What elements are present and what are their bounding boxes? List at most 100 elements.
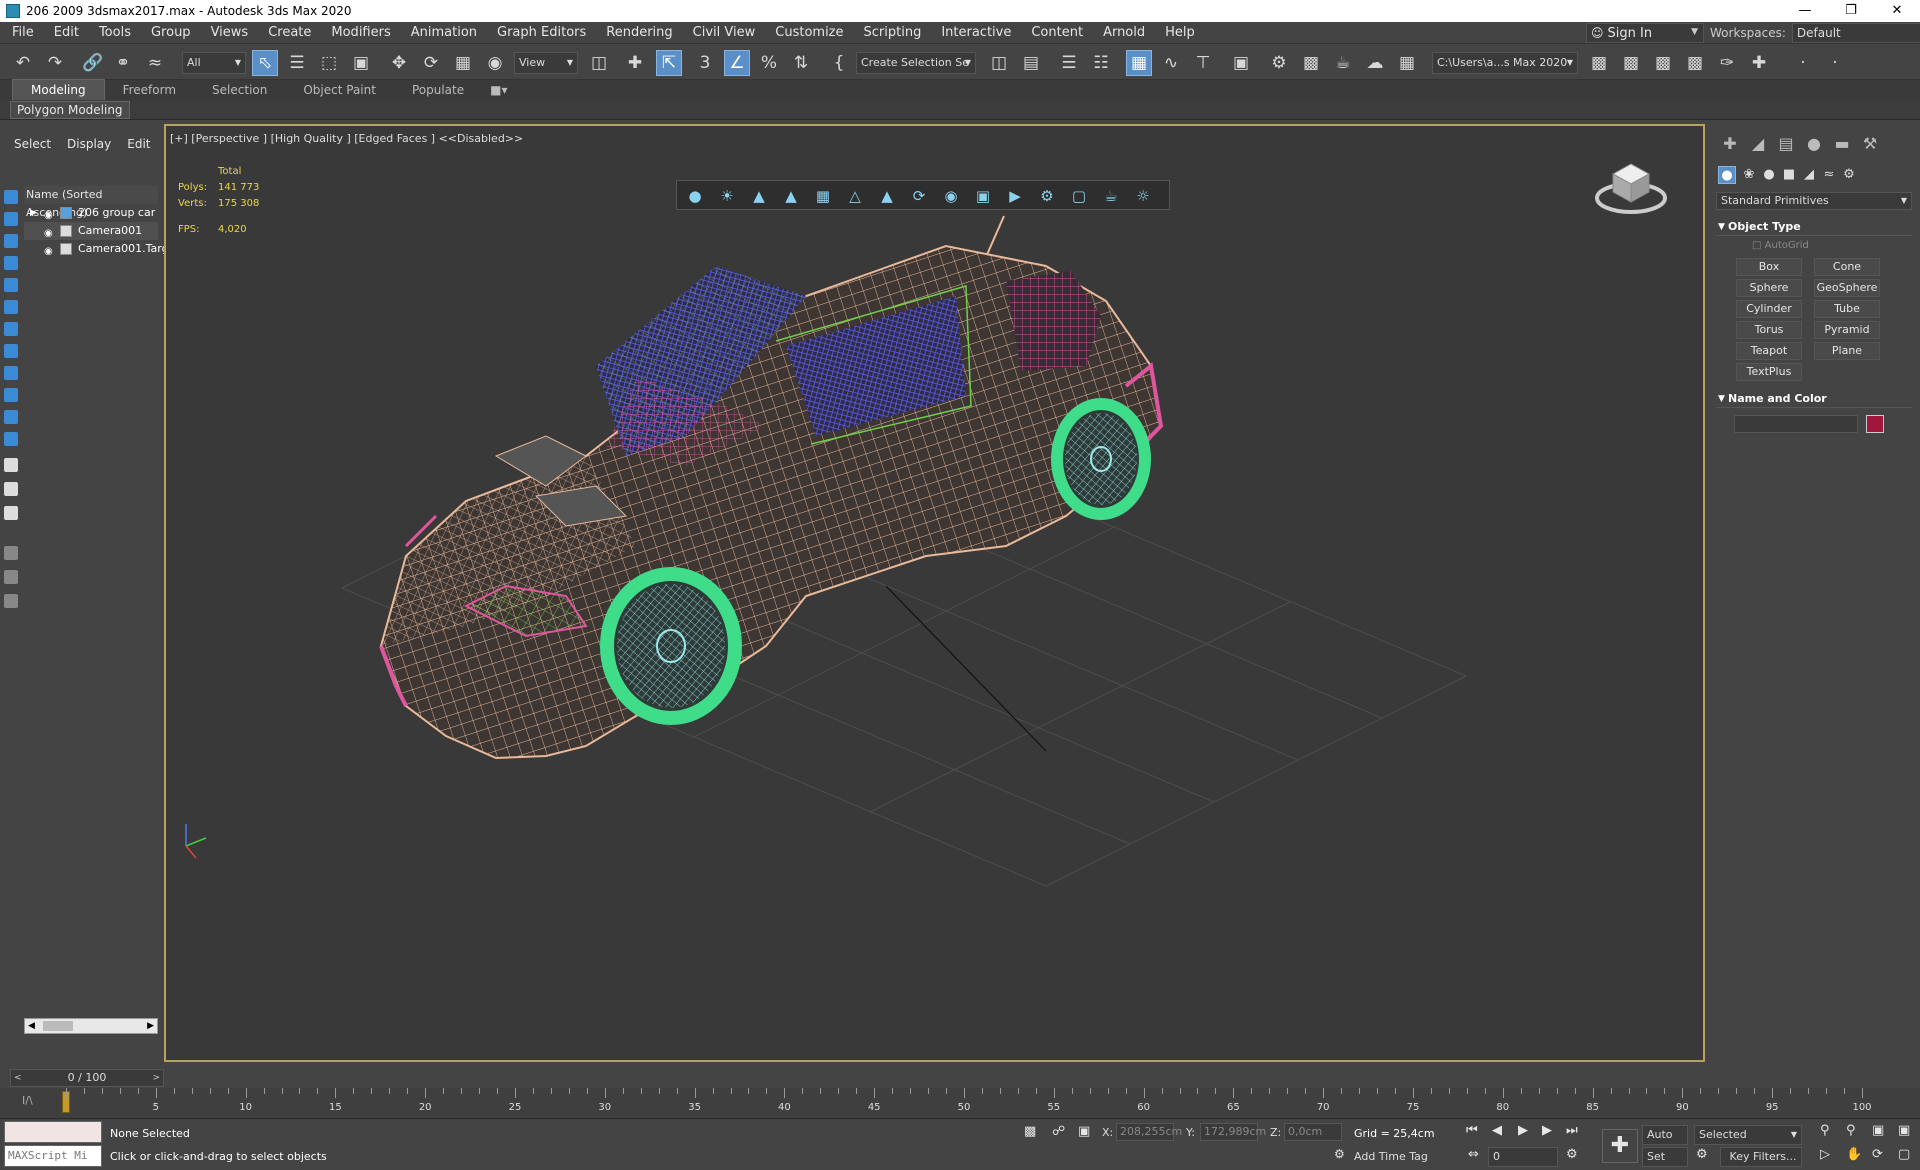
orbit-icon[interactable]: ⟳ bbox=[1872, 1147, 1883, 1162]
viewport-label[interactable]: [+] [Perspective ] [High Quality ] [Edge… bbox=[170, 132, 523, 145]
filter-lights-icon[interactable] bbox=[4, 234, 18, 248]
folder-icon[interactable] bbox=[4, 594, 18, 608]
add-time-tag[interactable]: Add Time Tag bbox=[1354, 1150, 1428, 1163]
sign-in-dropdown[interactable]: ☺ Sign In ▼ bbox=[1586, 23, 1704, 43]
filter-geometry-icon[interactable] bbox=[4, 190, 18, 204]
zoom-all-icon[interactable]: ⚲ bbox=[1846, 1123, 1856, 1138]
filter-containers-icon[interactable] bbox=[4, 388, 18, 402]
box-button[interactable]: Box bbox=[1736, 258, 1802, 276]
menu-edit[interactable]: Edit bbox=[44, 22, 89, 44]
select-object-icon[interactable]: ⬁ bbox=[252, 50, 278, 76]
filter-frozen-icon[interactable] bbox=[4, 410, 18, 424]
previous-frame-icon[interactable]: ◀ bbox=[1492, 1123, 1502, 1138]
plane-button[interactable]: Plane bbox=[1814, 342, 1880, 360]
eye-icon[interactable]: ◉ bbox=[44, 243, 53, 261]
network-icon[interactable]: ⚙ bbox=[1037, 186, 1057, 206]
fountain-icon[interactable]: △ bbox=[845, 186, 865, 206]
expand-icon[interactable]: ▶ bbox=[30, 204, 37, 222]
table-icon[interactable]: ▦ bbox=[813, 186, 833, 206]
layer-explorer-icon[interactable]: ☷ bbox=[1088, 50, 1114, 76]
sphere-button[interactable]: Sphere bbox=[1736, 279, 1802, 297]
named-selection-set-dropdown[interactable]: Create Selection Se ▼ bbox=[856, 52, 976, 74]
redo-icon[interactable]: ↷ bbox=[42, 50, 68, 76]
textplus-button[interactable]: TextPlus bbox=[1736, 363, 1802, 381]
explorer-tab-select[interactable]: Select bbox=[0, 134, 59, 154]
polygon-modeling-panel[interactable]: Polygon Modeling bbox=[10, 101, 130, 119]
curve-editor-icon[interactable]: ∿ bbox=[1158, 50, 1184, 76]
maximize-viewport-icon[interactable]: ▢ bbox=[1898, 1147, 1910, 1162]
maxscript-listener[interactable] bbox=[4, 1121, 102, 1143]
filter-bones-icon[interactable] bbox=[4, 366, 18, 380]
explorer-tab-edit[interactable]: Edit bbox=[119, 134, 158, 154]
list-item[interactable]: ◉ Camera001.Targ bbox=[24, 240, 169, 261]
tab-selection[interactable]: Selection bbox=[194, 80, 285, 100]
isolate-selection-icon[interactable]: ▩ bbox=[1586, 50, 1612, 76]
list-item[interactable]: ◉ Camera001 bbox=[24, 222, 158, 240]
menu-interactive[interactable]: Interactive bbox=[931, 22, 1021, 44]
viewport-layout-icon[interactable]: ▩ bbox=[1618, 50, 1644, 76]
ribbon-options-icon[interactable]: ■▾ bbox=[482, 80, 515, 100]
tab-freeform[interactable]: Freeform bbox=[105, 80, 194, 100]
auto-key-button[interactable]: Auto Key bbox=[1642, 1125, 1688, 1159]
flame-icon[interactable]: ▲ bbox=[877, 186, 897, 206]
filter-helpers-icon[interactable] bbox=[4, 278, 18, 292]
autogrid-checkbox[interactable]: □ AutoGrid bbox=[1752, 240, 1809, 251]
light-icon[interactable]: ☼ bbox=[1133, 186, 1153, 206]
name-and-color-rollout[interactable]: ▼ Name and Color bbox=[1716, 390, 1912, 408]
pyramid-button[interactable]: Pyramid bbox=[1814, 321, 1880, 339]
tube-button[interactable]: Tube bbox=[1814, 300, 1880, 318]
motion-tab-icon[interactable]: ● bbox=[1804, 134, 1824, 154]
menu-customize[interactable]: Customize bbox=[765, 22, 853, 44]
minimize-button[interactable]: — bbox=[1782, 0, 1828, 22]
menu-civil-view[interactable]: Civil View bbox=[683, 22, 766, 44]
list-item[interactable]: ▶ ◉ 206 group car bbox=[24, 204, 158, 222]
sun-icon[interactable]: ☀ bbox=[717, 186, 737, 206]
spacewarps-icon[interactable]: ≈ bbox=[1820, 166, 1838, 184]
shapes-icon[interactable]: ❀ bbox=[1740, 166, 1758, 184]
toggle-ribbon-icon[interactable]: ▦ bbox=[1126, 50, 1152, 76]
cameras-icon[interactable]: ■ bbox=[1780, 166, 1798, 184]
a360-gallery-icon[interactable]: ▦ bbox=[1394, 50, 1420, 76]
scrollbar-thumb[interactable] bbox=[43, 1021, 73, 1031]
zoom-extents-icon[interactable]: ▣ bbox=[1872, 1123, 1884, 1138]
selection-filter-dropdown[interactable]: All ▼ bbox=[182, 52, 246, 74]
brush-icon[interactable]: ✑ bbox=[1714, 50, 1740, 76]
schematic-view-icon[interactable]: ⊤ bbox=[1190, 50, 1216, 76]
zoom-extents-all-icon[interactable]: ▣ bbox=[1898, 1123, 1910, 1138]
menu-modifiers[interactable]: Modifiers bbox=[321, 22, 400, 44]
snaps-toggle-icon[interactable]: 3 bbox=[692, 50, 718, 76]
pivot-center-icon[interactable]: ◫ bbox=[586, 50, 612, 76]
menu-graph-editors[interactable]: Graph Editors bbox=[487, 22, 596, 44]
view-cube[interactable] bbox=[1593, 152, 1669, 216]
isolate-icon[interactable]: ▩ bbox=[1024, 1124, 1036, 1139]
key-filters-button[interactable]: Key Filters... bbox=[1720, 1147, 1802, 1167]
create-tab-icon[interactable]: ✚ bbox=[1720, 134, 1740, 154]
workspace-dropdown[interactable]: Default ▼ bbox=[1791, 23, 1920, 43]
primitive-category-dropdown[interactable]: Standard Primitives ▼ bbox=[1716, 192, 1912, 210]
tab-modeling[interactable]: Modeling bbox=[12, 79, 105, 101]
cone-button[interactable]: Cone bbox=[1814, 258, 1880, 276]
restore-button[interactable]: ❐ bbox=[1828, 0, 1874, 22]
hierarchy-tab-icon[interactable]: ▤ bbox=[1776, 134, 1796, 154]
z-coordinate-field[interactable]: 0,0cm bbox=[1284, 1123, 1342, 1141]
keyboard-shortcut-override-icon[interactable]: ⇱ bbox=[656, 50, 682, 76]
geosphere-button[interactable]: GeoSphere bbox=[1814, 279, 1880, 297]
spinner-snap-icon[interactable]: ⇅ bbox=[788, 50, 814, 76]
tab-populate[interactable]: Populate bbox=[394, 80, 482, 100]
place-icon[interactable]: ◉ bbox=[482, 50, 508, 76]
rotate-icon[interactable]: ⟳ bbox=[418, 50, 444, 76]
cylinder-button[interactable]: Cylinder bbox=[1736, 300, 1802, 318]
tab-object-paint[interactable]: Object Paint bbox=[285, 80, 394, 100]
key-mode-toggle-icon[interactable]: ⇔ bbox=[1468, 1147, 1479, 1162]
scene-explorer-icon[interactable]: ☰ bbox=[1056, 50, 1082, 76]
filter-hidden-icon[interactable] bbox=[4, 432, 18, 446]
select-by-name-icon[interactable]: ☰ bbox=[284, 50, 310, 76]
object-name-field[interactable] bbox=[1734, 415, 1858, 433]
teapot-icon[interactable]: ☕ bbox=[1101, 186, 1121, 206]
align-icon[interactable]: ▤ bbox=[1018, 50, 1044, 76]
containers-icon[interactable]: ▩ bbox=[1650, 50, 1676, 76]
scroll-left-icon[interactable]: ◀ bbox=[28, 1019, 35, 1033]
crowd-icon[interactable]: ▲ bbox=[749, 186, 769, 206]
playback-icon[interactable]: ▶ bbox=[1005, 186, 1025, 206]
object-color-swatch[interactable] bbox=[1866, 415, 1884, 433]
